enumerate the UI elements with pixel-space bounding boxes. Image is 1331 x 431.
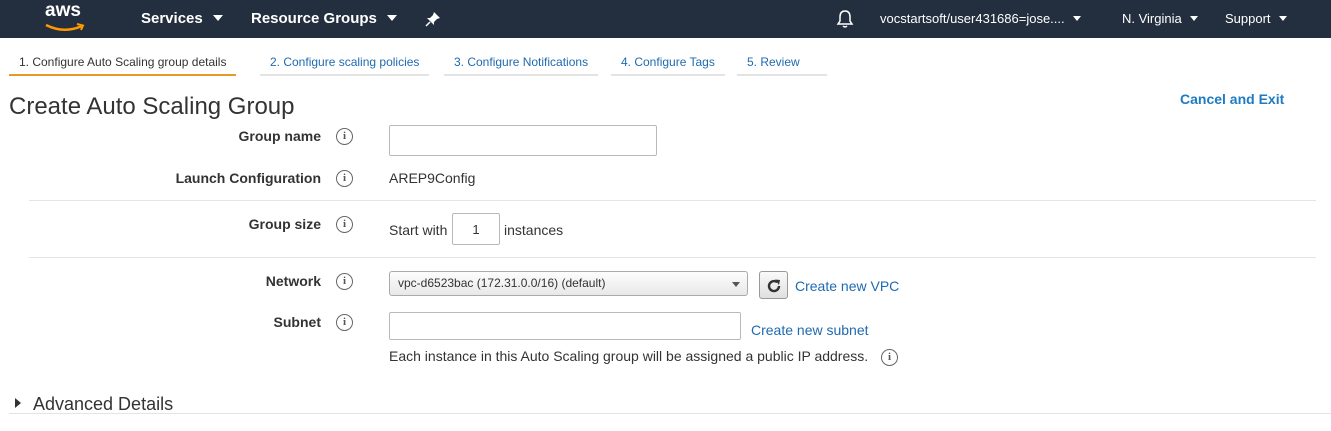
- subnet-help-text: Each instance in this Auto Scaling group…: [389, 348, 869, 364]
- chevron-down-icon: [732, 282, 740, 287]
- info-icon[interactable]: i: [336, 216, 353, 233]
- top-navigation-bar: aws Services Resource Groups vocstartsof…: [0, 0, 1331, 38]
- subnet-label: Subnet: [273, 314, 321, 330]
- tab-review[interactable]: 5. Review: [737, 48, 827, 76]
- services-menu[interactable]: Services: [141, 0, 223, 38]
- info-icon[interactable]: i: [881, 349, 898, 366]
- info-icon[interactable]: i: [336, 128, 353, 145]
- support-menu[interactable]: Support: [1225, 0, 1287, 38]
- region-label: N. Virginia: [1122, 11, 1182, 26]
- tab-configure-tags[interactable]: 4. Configure Tags: [611, 48, 725, 76]
- group-name-input[interactable]: [389, 125, 657, 156]
- network-selected-value: vpc-d6523bac (172.31.0.0/16) (default): [398, 276, 606, 290]
- create-new-vpc-link[interactable]: Create new VPC: [795, 278, 899, 294]
- chevron-down-icon: [212, 15, 223, 22]
- chevron-down-icon: [1278, 16, 1287, 22]
- tab-configure-group-details[interactable]: 1. Configure Auto Scaling group details: [9, 48, 237, 76]
- launch-configuration-label: Launch Configuration: [175, 170, 321, 186]
- group-size-label: Group size: [248, 216, 321, 232]
- pin-icon: [425, 12, 440, 27]
- create-new-subnet-link[interactable]: Create new subnet: [751, 322, 869, 338]
- chevron-down-icon: [386, 15, 397, 22]
- tab-configure-scaling-policies[interactable]: 2. Configure scaling policies: [260, 48, 430, 76]
- subnet-input[interactable]: [389, 312, 741, 340]
- divider: [9, 413, 1331, 414]
- bell-icon: [836, 10, 854, 28]
- cancel-and-exit-link[interactable]: Cancel and Exit: [1180, 91, 1284, 107]
- chevron-down-icon: [1072, 16, 1081, 22]
- region-menu[interactable]: N. Virginia: [1122, 0, 1198, 38]
- account-label: vocstartsoft/user431686=jose....: [880, 11, 1065, 26]
- resource-groups-label: Resource Groups: [251, 10, 377, 27]
- services-label: Services: [141, 10, 203, 27]
- aws-logo[interactable]: aws: [44, 0, 88, 38]
- info-icon[interactable]: i: [336, 170, 353, 187]
- divider: [29, 257, 1316, 258]
- caret-right-icon[interactable]: [15, 398, 21, 408]
- network-select[interactable]: vpc-d6523bac (172.31.0.0/16) (default): [389, 271, 748, 296]
- resource-groups-menu[interactable]: Resource Groups: [251, 0, 397, 38]
- launch-configuration-value: AREP9Config: [389, 170, 476, 186]
- tab-configure-notifications[interactable]: 3. Configure Notifications: [444, 48, 599, 76]
- instances-label: instances: [504, 222, 564, 238]
- pin-button[interactable]: [425, 0, 443, 38]
- aws-smile-icon: [45, 23, 85, 31]
- group-name-label: Group name: [238, 128, 321, 144]
- notifications-button[interactable]: [836, 0, 856, 38]
- refresh-icon: [767, 279, 780, 293]
- divider: [29, 200, 1316, 201]
- page-title: Create Auto Scaling Group: [9, 93, 295, 120]
- instance-count-input[interactable]: [452, 213, 500, 245]
- advanced-details-toggle[interactable]: Advanced Details: [33, 394, 173, 415]
- account-menu[interactable]: vocstartsoft/user431686=jose....: [880, 0, 1081, 38]
- start-with-label: Start with: [389, 222, 448, 238]
- info-icon[interactable]: i: [336, 273, 353, 290]
- network-label: Network: [265, 273, 321, 289]
- refresh-network-button[interactable]: [759, 271, 788, 299]
- info-icon[interactable]: i: [336, 314, 353, 331]
- chevron-down-icon: [1189, 16, 1198, 22]
- support-label: Support: [1225, 11, 1271, 26]
